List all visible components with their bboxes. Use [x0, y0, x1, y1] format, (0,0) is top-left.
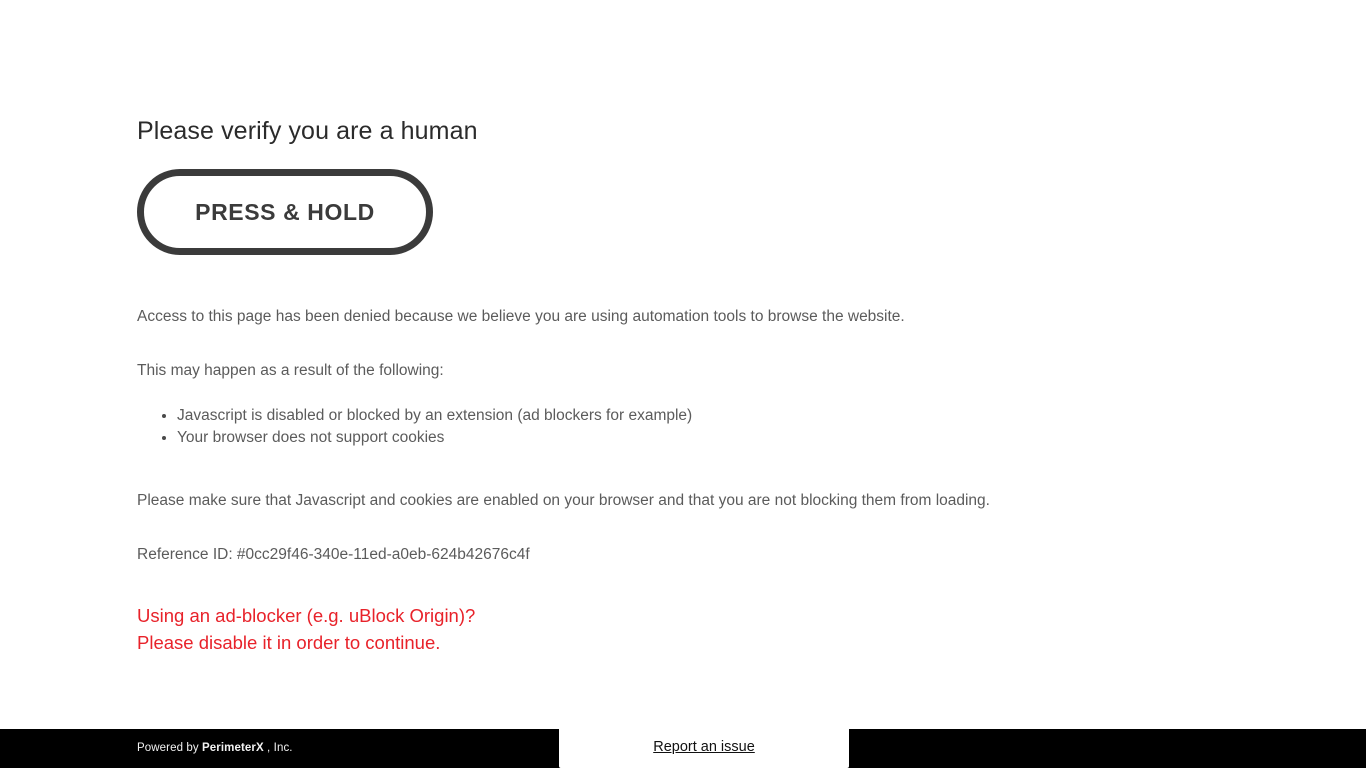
press-and-hold-button[interactable]: PRESS & HOLD [137, 169, 433, 255]
may-happen-message: This may happen as a result of the follo… [137, 362, 444, 379]
adblock-warning: Using an ad-blocker (e.g. uBlock Origin)… [137, 602, 475, 656]
powered-by-suffix: , Inc. [263, 742, 293, 754]
list-item: Javascript is disabled or blocked by an … [177, 405, 692, 427]
perimeterx-brand: PerimeterX [202, 742, 264, 754]
reasons-list: Javascript is disabled or blocked by an … [137, 405, 692, 449]
report-issue-link[interactable]: Report an issue [653, 738, 755, 757]
adblock-warning-line-2: Please disable it in order to continue. [137, 632, 441, 653]
powered-by-label: Powered by PerimeterX , Inc. [137, 741, 293, 755]
report-issue-box[interactable]: Report an issue [559, 727, 849, 768]
powered-by-prefix: Powered by [137, 742, 203, 754]
page-title: Please verify you are a human [137, 117, 478, 145]
access-denied-message: Access to this page has been denied beca… [137, 308, 905, 325]
adblock-warning-line-1: Using an ad-blocker (e.g. uBlock Origin)… [137, 605, 476, 626]
list-item: Your browser does not support cookies [177, 427, 692, 449]
enable-instructions-message: Please make sure that Javascript and coo… [137, 492, 990, 509]
verification-page: Please verify you are a human PRESS & HO… [0, 0, 1366, 768]
reference-id: Reference ID: #0cc29f46-340e-11ed-a0eb-6… [137, 546, 530, 563]
